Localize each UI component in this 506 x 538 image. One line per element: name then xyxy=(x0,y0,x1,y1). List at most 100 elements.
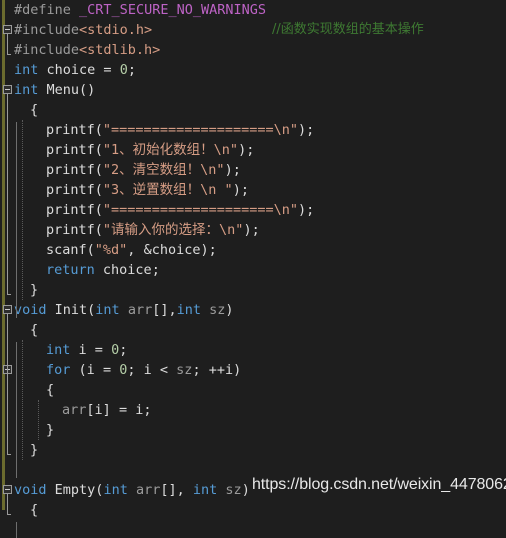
code-line[interactable]: printf("请输入你的选择：\n"); xyxy=(14,220,506,240)
code-line[interactable]: #include<stdlib.h> xyxy=(14,40,506,60)
code-line[interactable]: printf("3、逆置数组！\n "); xyxy=(14,180,506,200)
code-token-punct: [], xyxy=(152,302,177,318)
code-token-plain: scanf xyxy=(46,242,87,258)
code-token-punct: ); xyxy=(298,122,315,138)
fold-collapse-icon[interactable] xyxy=(3,485,12,494)
code-token-punct: = xyxy=(94,342,103,358)
code-token-plain: i xyxy=(70,342,95,358)
code-line[interactable]: } xyxy=(14,280,506,300)
code-token-punct: ( xyxy=(94,202,103,218)
code-token-plain: printf xyxy=(46,162,95,178)
code-line[interactable]: { xyxy=(14,100,506,120)
code-token-punct: ); xyxy=(243,222,260,238)
code-token-plain: ++i xyxy=(200,362,234,378)
code-token-pre: #define xyxy=(14,2,71,18)
fold-rail xyxy=(7,314,11,455)
fold-collapse-icon[interactable] xyxy=(3,305,12,314)
code-token-plain: printf xyxy=(46,122,95,138)
code-token-punct: ) xyxy=(225,302,234,318)
code-token-param: arr xyxy=(62,402,87,418)
code-line[interactable]: arr[i] = i; xyxy=(14,400,506,420)
code-token-punct: { xyxy=(30,322,39,338)
code-token-plain: Empty xyxy=(46,482,96,498)
code-token-plain: choice xyxy=(38,62,104,78)
code-token-str: <stdio.h> xyxy=(79,22,153,38)
code-token-param: sz xyxy=(176,362,193,378)
code-token-macro: _CRT_SECURE_NO_WARNINGS xyxy=(79,2,266,18)
code-token-plain: choice xyxy=(94,262,152,278)
code-token-num: 0 xyxy=(111,342,120,358)
code-token-punct: () xyxy=(79,82,96,98)
code-token-plain: Init xyxy=(46,302,88,318)
code-editor-pane[interactable]: #define _CRT_SECURE_NO_WARNINGS //函数实现数组的… xyxy=(0,0,506,538)
code-token-kw: for xyxy=(46,362,71,378)
code-token-str: "====================\n" xyxy=(102,202,298,218)
code-token-kw: int xyxy=(192,482,218,498)
code-token-punct: ( xyxy=(86,242,95,258)
code-token-punct: [ xyxy=(86,402,95,418)
code-token-plain: printf xyxy=(46,142,95,158)
fold-rail xyxy=(7,94,11,295)
code-line[interactable]: int i = 0; xyxy=(14,340,506,360)
code-token-punct: < xyxy=(159,362,169,378)
code-token-param: sz xyxy=(225,482,242,498)
code-token-punct: ; xyxy=(119,342,128,358)
code-token-kw: void xyxy=(14,302,47,318)
code-token-punct: } xyxy=(30,442,39,458)
code-token-punct: } xyxy=(30,282,39,298)
code-token-param: sz xyxy=(209,302,226,318)
code-token-param: arr xyxy=(135,482,161,498)
code-token-plain: i xyxy=(86,362,103,378)
blog-url-watermark: https://blog.csdn.net/weixin_44780625 xyxy=(252,476,506,493)
code-line[interactable]: return choice; xyxy=(14,260,506,280)
code-line[interactable]: } xyxy=(14,420,506,440)
code-token-plain: printf xyxy=(46,202,95,218)
code-line[interactable]: for (i = 0; i < sz; ++i) xyxy=(14,360,506,380)
code-line[interactable]: int choice = 0; xyxy=(14,60,506,80)
code-token-punct: } xyxy=(46,422,55,438)
code-token-punct: ); xyxy=(224,162,241,178)
code-line[interactable]: printf("1、初始化数组！\n"); xyxy=(14,140,506,160)
code-token-plain: printf xyxy=(46,222,95,238)
block-scope-rail xyxy=(16,122,17,318)
code-line[interactable]: #define _CRT_SECURE_NO_WARNINGS xyxy=(14,0,506,20)
code-token-punct: = xyxy=(102,362,112,378)
indent-guide-icon xyxy=(22,120,24,300)
code-line[interactable]: printf("====================\n"); xyxy=(14,200,506,220)
code-content[interactable]: #define _CRT_SECURE_NO_WARNINGS //函数实现数组的… xyxy=(14,0,506,520)
code-token-punct: = xyxy=(103,62,112,78)
code-token-punct: ) xyxy=(241,482,250,498)
code-line[interactable]: } xyxy=(14,440,506,460)
code-line[interactable]: scanf("%d", &choice); xyxy=(14,240,506,260)
code-line[interactable]: printf("====================\n"); xyxy=(14,120,506,140)
code-line[interactable]: { xyxy=(14,500,506,520)
code-token-str: <stdlib.h> xyxy=(79,42,161,58)
code-token-str: "1、初始化数组！\n" xyxy=(102,142,239,158)
code-line[interactable]: int Menu() xyxy=(14,80,506,100)
code-token-num: 0 xyxy=(119,62,128,78)
code-token-kw: int xyxy=(103,482,128,498)
fold-collapse-icon[interactable] xyxy=(3,85,12,94)
code-line[interactable]: { xyxy=(14,380,506,400)
code-line[interactable]: #include<stdio.h> xyxy=(14,20,506,40)
code-token-pre: #include xyxy=(14,22,80,38)
code-line[interactable]: printf("2、清空数组！\n"); xyxy=(14,160,506,180)
code-token-str: "%d" xyxy=(94,242,128,258)
code-line[interactable]: { xyxy=(14,320,506,340)
code-token-str: "3、逆置数组！\n " xyxy=(102,182,233,198)
code-token-punct: { xyxy=(46,382,55,398)
fold-collapse-icon[interactable] xyxy=(3,25,12,34)
code-token-punct: ; xyxy=(192,362,201,378)
code-line[interactable]: void Init(int arr[],int sz) xyxy=(14,300,506,320)
code-token-str: "请输入你的选择：\n" xyxy=(102,222,244,238)
code-token-punct: ) xyxy=(233,362,242,378)
editor-outlining-gutter[interactable] xyxy=(0,0,14,515)
code-token-param: arr xyxy=(127,302,153,318)
